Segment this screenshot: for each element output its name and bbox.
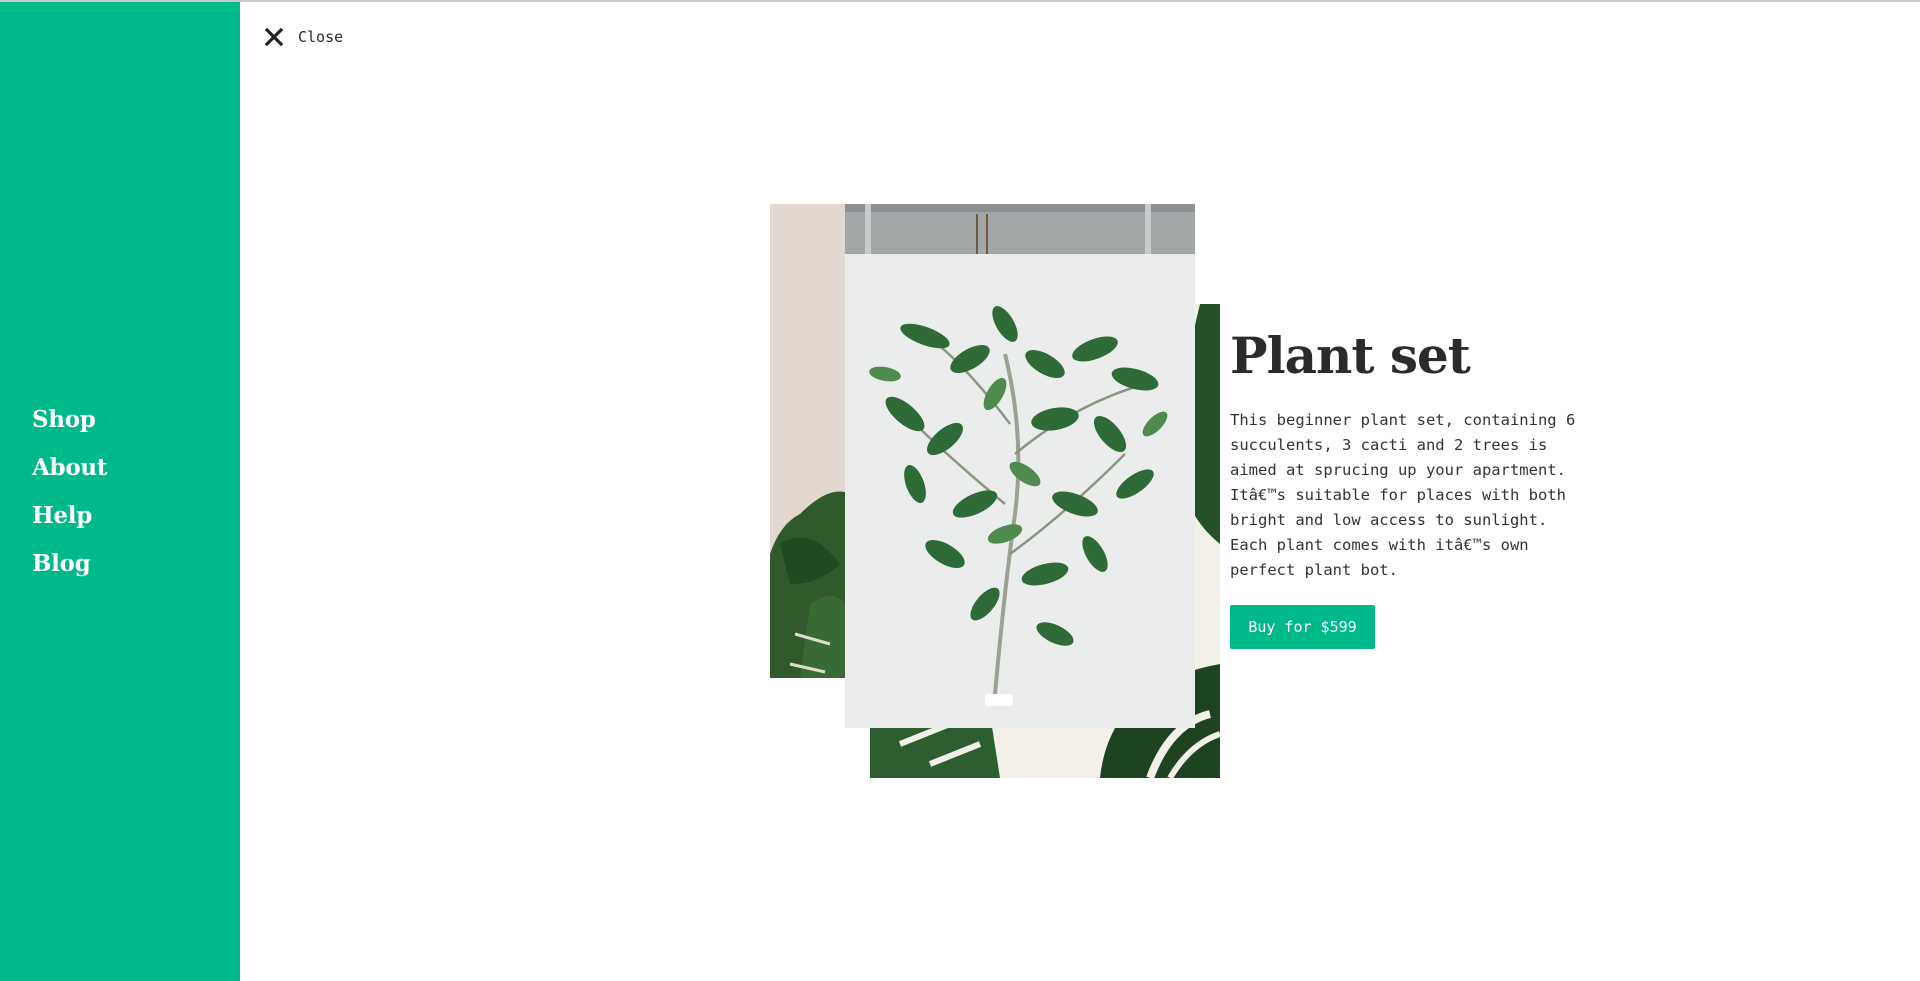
plant-photo-back-left	[770, 204, 850, 678]
product-description: This beginner plant set, containing 6 su…	[1230, 411, 1576, 579]
close-label: Close	[298, 28, 344, 46]
sidebar-item-help[interactable]: Help	[32, 498, 107, 546]
plant-photo-front	[845, 254, 1195, 728]
sidebar-nav: Shop About Help Blog	[32, 402, 107, 594]
plant-photo-top-strip	[845, 204, 1195, 254]
product-title: Plant set	[1230, 326, 1471, 385]
sidebar: Shop About Help Blog	[0, 2, 240, 981]
sidebar-item-blog[interactable]: Blog	[32, 546, 107, 594]
sidebar-item-about[interactable]: About	[32, 450, 107, 498]
sidebar-item-shop[interactable]: Shop	[32, 402, 107, 450]
close-button[interactable]: Close	[262, 24, 343, 50]
close-icon	[264, 27, 284, 47]
top-border	[0, 0, 1920, 2]
buy-button[interactable]: Buy for $599	[1230, 605, 1375, 649]
